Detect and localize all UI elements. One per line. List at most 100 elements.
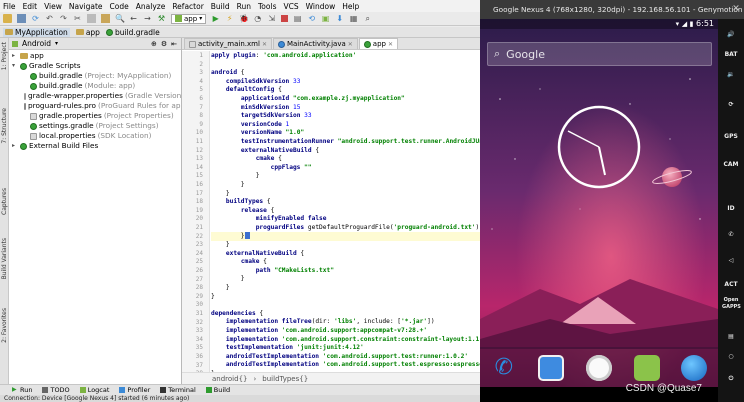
undo-icon[interactable]: ↶ bbox=[45, 14, 54, 23]
search-everywhere-icon[interactable]: ⌕ bbox=[363, 14, 372, 23]
camera-widget-icon[interactable]: CAM bbox=[722, 157, 740, 172]
toolwin-build[interactable]: Build bbox=[205, 386, 230, 394]
volume-down-icon[interactable]: 🔉 bbox=[722, 67, 740, 82]
crumb-project[interactable]: MyApplication bbox=[3, 27, 70, 37]
tool-tab-favorites[interactable]: 2: Favorites bbox=[1, 308, 8, 343]
code-line[interactable]: path "CMakeLists.txt" bbox=[211, 267, 480, 276]
code-line[interactable] bbox=[211, 301, 480, 310]
code-line[interactable]: implementation 'com.android.support:appc… bbox=[211, 327, 480, 336]
editor-tab[interactable]: app ✕ bbox=[358, 38, 399, 49]
stop-icon[interactable] bbox=[281, 15, 289, 22]
menu-vcs[interactable]: VCS bbox=[283, 2, 298, 11]
android-icon[interactable] bbox=[633, 355, 660, 381]
menu-refactor[interactable]: Refactor bbox=[172, 2, 203, 11]
close-icon[interactable]: ✕ bbox=[348, 41, 353, 48]
code-line[interactable] bbox=[211, 61, 480, 70]
code-line[interactable]: } bbox=[211, 172, 480, 181]
id-widget-icon[interactable]: ID bbox=[722, 201, 740, 216]
crumb-module[interactable]: app bbox=[75, 28, 100, 37]
gps-widget-icon[interactable]: GPS bbox=[722, 129, 740, 144]
code-line[interactable]: cppFlags "" bbox=[211, 164, 480, 173]
chevron-down-icon[interactable]: ▾ bbox=[55, 40, 58, 47]
tree-item[interactable]: ▸ app bbox=[9, 51, 181, 61]
toolwin-logcat[interactable]: Logcat bbox=[79, 386, 109, 394]
tool-tab-project[interactable]: 1: Project bbox=[1, 42, 8, 70]
battery-widget-icon[interactable]: BAT bbox=[722, 47, 740, 62]
code-line[interactable]: cmake { bbox=[211, 155, 480, 164]
globe-icon[interactable] bbox=[681, 355, 708, 381]
menu-view[interactable]: View bbox=[44, 2, 62, 11]
act-widget-icon[interactable]: ACT bbox=[722, 277, 740, 292]
menu-help[interactable]: Help bbox=[342, 2, 359, 11]
code-line[interactable]: } bbox=[211, 284, 480, 293]
menu-window[interactable]: Window bbox=[306, 2, 336, 11]
debug-icon[interactable]: 🐞 bbox=[239, 14, 249, 23]
breadcrumb-android[interactable]: android{} bbox=[212, 375, 247, 383]
code-line[interactable]: } bbox=[211, 293, 480, 302]
menu-key-icon[interactable]: ▤ bbox=[722, 329, 740, 344]
editor-tab[interactable]: MainActivity.java ✕ bbox=[272, 38, 358, 49]
back-icon[interactable]: ← bbox=[129, 14, 138, 23]
phone-icon[interactable]: ✆ bbox=[491, 355, 517, 381]
tree-item[interactable]: build.gradle (Module: app) bbox=[9, 81, 181, 91]
code-line[interactable]: } bbox=[211, 190, 480, 199]
editor-tab[interactable]: activity_main.xml ✕ bbox=[184, 38, 272, 49]
google-search-bar[interactable]: ⌕ Google bbox=[487, 42, 712, 66]
save-all-icon[interactable] bbox=[17, 14, 26, 23]
back-key-icon[interactable]: ◁ bbox=[722, 253, 740, 268]
tree-item[interactable]: gradle-wrapper.properties (Gradle Version… bbox=[9, 91, 181, 101]
close-icon[interactable]: ✕ bbox=[262, 41, 267, 48]
gear-icon[interactable]: ⚙ bbox=[161, 40, 167, 48]
menu-tools[interactable]: Tools bbox=[258, 2, 276, 11]
code-line[interactable]: versionName "1.0" bbox=[211, 129, 480, 138]
code-line[interactable]: applicationId "com.example.zj.myapplicat… bbox=[211, 95, 480, 104]
menu-edit[interactable]: Edit bbox=[23, 2, 38, 11]
tree-item[interactable]: proguard-rules.pro (ProGuard Rules for ap… bbox=[9, 101, 181, 111]
breadcrumb-buildtypes[interactable]: buildTypes{} bbox=[262, 375, 308, 383]
tree-item[interactable]: build.gradle (Project: MyApplication) bbox=[9, 71, 181, 81]
crumb-file[interactable]: build.gradle bbox=[105, 28, 160, 37]
code-line[interactable]: defaultConfig { bbox=[211, 86, 480, 95]
copy-icon[interactable] bbox=[87, 14, 96, 23]
code-line[interactable]: } bbox=[211, 241, 480, 250]
find-icon[interactable]: 🔍 bbox=[115, 14, 125, 23]
code-line[interactable]: android { bbox=[211, 69, 480, 78]
code-line[interactable]: apply plugin: 'com.android.application' bbox=[211, 52, 480, 61]
code-line[interactable]: } bbox=[211, 181, 480, 190]
sdk-manager-icon[interactable]: ⬇ bbox=[335, 14, 344, 23]
apps-drawer-icon[interactable] bbox=[585, 355, 612, 381]
tool-tab-captures[interactable]: Captures bbox=[1, 188, 8, 215]
menu-code[interactable]: Code bbox=[110, 2, 129, 11]
code-line[interactable]: } bbox=[211, 275, 480, 284]
tree-item[interactable]: settings.gradle (Project Settings) bbox=[9, 121, 181, 131]
open-folder-icon[interactable] bbox=[3, 14, 12, 23]
scroll-from-source-icon[interactable]: ⊕ bbox=[151, 40, 157, 48]
toolwin-run[interactable]: ▶ Run bbox=[12, 386, 32, 394]
close-icon[interactable]: ✕ bbox=[388, 41, 393, 48]
menu-analyze[interactable]: Analyze bbox=[136, 2, 166, 11]
power-icon[interactable]: ⏻ bbox=[722, 371, 740, 386]
code-line[interactable]: release { bbox=[211, 207, 480, 216]
open-gapps-icon[interactable]: Open GAPPS bbox=[722, 297, 741, 312]
menu-navigate[interactable]: Navigate bbox=[69, 2, 103, 11]
apply-changes-icon[interactable]: ⚡ bbox=[225, 14, 234, 23]
code-area[interactable]: apply plugin: 'com.android.application' a… bbox=[211, 52, 480, 372]
tool-tab-structure[interactable]: 7: Structure bbox=[1, 108, 8, 144]
close-icon[interactable]: ✕ bbox=[731, 4, 741, 14]
run-icon[interactable]: ▶ bbox=[211, 14, 220, 23]
make-project-icon[interactable]: ⚒ bbox=[157, 14, 166, 23]
code-line[interactable]: androidTestImplementation 'com.android.s… bbox=[211, 361, 480, 370]
tree-item[interactable]: ▾ Gradle Scripts bbox=[9, 61, 181, 71]
device-file-icon[interactable]: ▤ bbox=[293, 14, 302, 23]
gradle-sync-icon[interactable]: ⟲ bbox=[307, 14, 316, 23]
code-line[interactable]: minSdkVersion 15 bbox=[211, 104, 480, 113]
code-line[interactable]: targetSdkVersion 33 bbox=[211, 112, 480, 121]
expand-arrow-icon[interactable]: ▸ bbox=[12, 141, 18, 151]
code-line[interactable]: minifyEnabled false bbox=[211, 215, 480, 224]
volume-up-icon[interactable]: 🔊 bbox=[722, 27, 740, 42]
menu-run[interactable]: Run bbox=[237, 2, 251, 11]
tree-item[interactable]: local.properties (SDK Location) bbox=[9, 131, 181, 141]
cut-icon[interactable]: ✂ bbox=[73, 14, 82, 23]
code-line[interactable]: proguardFiles getDefaultProguardFile('pr… bbox=[211, 224, 480, 233]
expand-arrow-icon[interactable]: ▸ bbox=[12, 51, 18, 61]
